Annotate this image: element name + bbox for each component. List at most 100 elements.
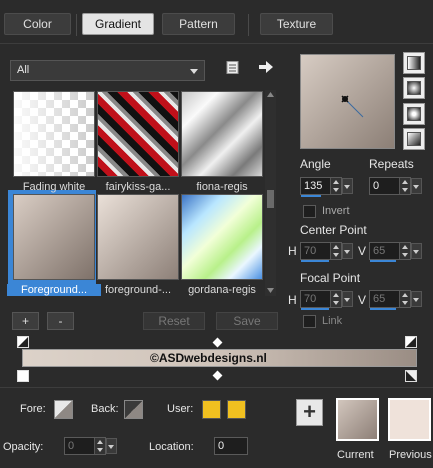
- location-value: 0: [218, 440, 225, 452]
- gradient-thumb-fading-white[interactable]: Fading white: [13, 91, 95, 193]
- spinner-buttons[interactable]: [330, 291, 341, 307]
- arrow-right-icon[interactable]: [258, 60, 274, 74]
- tab-texture[interactable]: Texture: [260, 13, 333, 35]
- user-label: User:: [167, 403, 194, 415]
- spinner-buttons[interactable]: [330, 243, 341, 259]
- chevron-down-icon[interactable]: [411, 243, 422, 259]
- thumb-image: [97, 194, 179, 280]
- chevron-down-icon[interactable]: [106, 438, 117, 454]
- gradient-thumb-fiona-regis[interactable]: fiona-regis: [181, 91, 263, 193]
- thumb-label: foreground-...: [104, 284, 172, 296]
- chevron-down-icon[interactable]: [342, 178, 353, 194]
- repeats-value: 0: [373, 180, 380, 192]
- link-label: Link: [322, 315, 343, 327]
- thumb-label: Foreground...: [7, 284, 101, 296]
- center-v-slider-fill: [370, 260, 396, 262]
- tab-pattern[interactable]: Pattern: [162, 13, 235, 35]
- back-swatch[interactable]: [124, 400, 143, 419]
- chevron-down-icon: [190, 69, 198, 74]
- repeats-spinner[interactable]: 0: [369, 177, 422, 195]
- spinner-buttons[interactable]: [330, 178, 341, 194]
- center-v-label: V: [358, 244, 367, 258]
- add-gradient-button[interactable]: +: [12, 312, 39, 330]
- radial-gradient-type-icon[interactable]: [403, 128, 425, 150]
- gradient-thumb-foreground-2[interactable]: foreground-...: [97, 194, 179, 296]
- focal-h-spinner[interactable]: 70: [300, 290, 353, 310]
- repeats-label: Repeats: [369, 157, 414, 171]
- center-v-value: 65: [373, 245, 386, 257]
- focal-point-label: Focal Point: [300, 271, 361, 285]
- chevron-down-icon[interactable]: [342, 243, 353, 259]
- focal-h-value: 70: [304, 293, 317, 305]
- opacity-value: 0: [68, 440, 75, 452]
- thumb-image: [13, 91, 95, 177]
- spinner-buttons[interactable]: [399, 291, 410, 307]
- opacity-spinner[interactable]: 0: [64, 437, 117, 455]
- back-label: Back:: [91, 403, 119, 415]
- filter-value: All: [17, 64, 30, 76]
- rectangular-gradient-type-icon[interactable]: [403, 77, 425, 99]
- gradient-filter-dropdown[interactable]: All: [10, 60, 205, 81]
- scrollbar-thumb[interactable]: [267, 190, 274, 208]
- opacity-label: Opacity:: [3, 441, 44, 453]
- center-h-spinner[interactable]: 70: [300, 242, 353, 262]
- center-h-slider-fill: [301, 260, 329, 262]
- thumb-image: [181, 194, 263, 280]
- bottom-stop-left[interactable]: [17, 370, 29, 382]
- focal-v-spinner[interactable]: 65: [369, 290, 422, 310]
- focal-v-value: 65: [373, 293, 386, 305]
- gradient-thumb-foreground-selected[interactable]: Foreground...: [7, 194, 101, 296]
- gradient-preview[interactable]: [300, 54, 395, 149]
- fore-swatch[interactable]: [54, 400, 73, 419]
- tab-color[interactable]: Color: [4, 13, 71, 35]
- thumb-image: [97, 91, 179, 177]
- sunburst-gradient-type-icon[interactable]: [403, 103, 425, 125]
- angle-label: Angle: [300, 157, 331, 171]
- chevron-down-icon[interactable]: [411, 291, 422, 307]
- list-view-icon[interactable]: [226, 61, 239, 74]
- angle-spinner[interactable]: 135: [300, 177, 353, 197]
- user-swatch-small[interactable]: [202, 400, 221, 419]
- bottom-stop-right[interactable]: [405, 370, 417, 382]
- reset-button[interactable]: Reset: [143, 312, 205, 330]
- gradient-thumb-gordana-regis[interactable]: gordana-regis: [181, 194, 263, 296]
- location-input[interactable]: 0: [214, 437, 248, 455]
- angle-slider-fill: [301, 195, 321, 197]
- fore-label: Fore:: [20, 403, 46, 415]
- spinner-buttons[interactable]: [399, 178, 410, 194]
- opacity-midpoint-diamond[interactable]: [212, 337, 223, 348]
- gallery-scrollbar[interactable]: [265, 90, 276, 296]
- top-stop-right[interactable]: [405, 336, 417, 348]
- invert-label: Invert: [322, 205, 350, 217]
- previous-swatch[interactable]: [388, 398, 431, 441]
- center-h-value: 70: [304, 245, 317, 257]
- remove-gradient-button[interactable]: -: [47, 312, 74, 330]
- user-swatch[interactable]: [227, 400, 246, 419]
- invert-checkbox[interactable]: [303, 205, 316, 218]
- top-stop-left[interactable]: [17, 336, 29, 348]
- focal-v-slider-fill: [370, 308, 396, 310]
- spinner-buttons[interactable]: [399, 243, 410, 259]
- gradient-thumb-fairykiss[interactable]: fairykiss-ga...: [97, 91, 179, 193]
- angle-handle-icon[interactable]: [339, 93, 369, 123]
- angle-value: 135: [304, 180, 323, 192]
- linear-gradient-type-icon[interactable]: [403, 52, 425, 74]
- current-label: Current: [337, 449, 374, 461]
- thumb-label: fairykiss-ga...: [105, 181, 171, 193]
- current-swatch[interactable]: [336, 398, 379, 441]
- watermark-text: ©ASDwebdesigns.nl: [150, 351, 267, 365]
- thumb-image: [13, 194, 95, 280]
- spinner-buttons[interactable]: [94, 438, 105, 454]
- chevron-down-icon[interactable]: [411, 178, 422, 194]
- tab-gradient[interactable]: Gradient: [82, 13, 154, 35]
- focal-h-label: H: [288, 293, 297, 307]
- center-point-label: Center Point: [300, 223, 367, 237]
- focal-v-label: V: [358, 293, 367, 307]
- center-v-spinner[interactable]: 65: [369, 242, 422, 262]
- thumb-label: fiona-regis: [196, 181, 248, 193]
- color-midpoint-diamond[interactable]: [212, 370, 223, 381]
- save-button[interactable]: Save: [216, 312, 278, 330]
- chevron-down-icon[interactable]: [342, 291, 353, 307]
- link-checkbox[interactable]: [303, 315, 316, 328]
- add-to-swatches-button[interactable]: +: [296, 399, 323, 426]
